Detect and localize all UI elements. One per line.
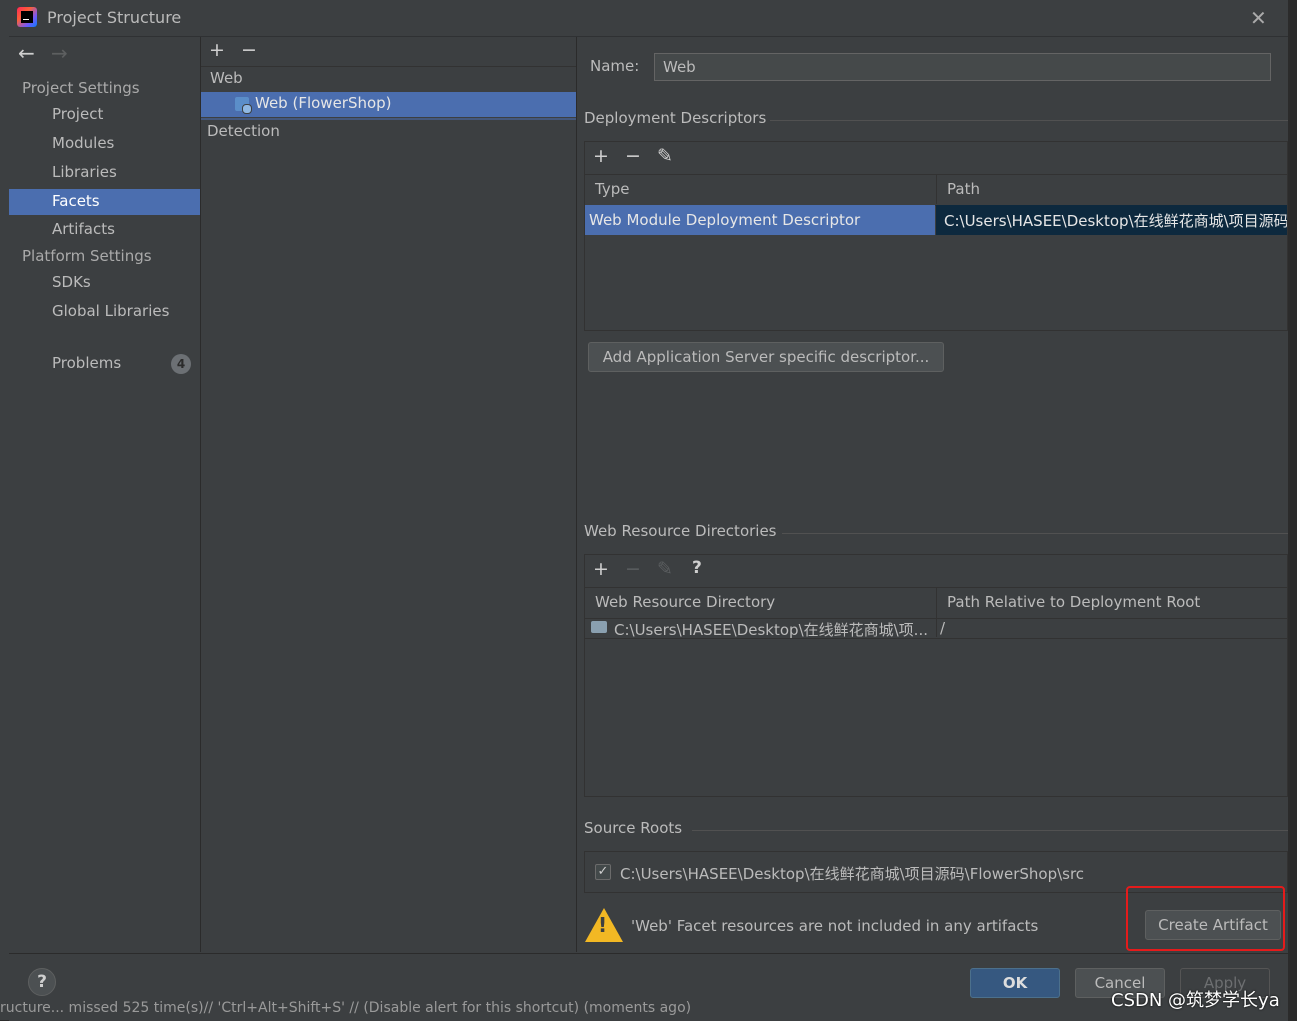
remove-resource-button[interactable]: − [625,558,641,580]
add-descriptor-button[interactable]: + [593,145,609,167]
sidebar-item-artifacts[interactable]: Artifacts [52,220,115,238]
ok-button[interactable]: OK [970,968,1060,998]
source-root-path: C:\Users\HASEE\Desktop\在线鲜花商城\项目源码\Flowe… [620,865,1085,883]
add-facet-button[interactable]: + [209,39,225,61]
forward-arrow-icon[interactable]: → [51,41,68,65]
sidebar-item-libraries[interactable]: Libraries [52,163,117,181]
sidebar-selection-highlight [9,189,200,215]
source-roots-separator [692,830,1288,831]
annotation-highlight-box [1126,886,1285,951]
sidebar-item-facets[interactable]: Facets [52,192,100,210]
tree-item-web-flowershop[interactable]: Web (FlowerShop) [255,94,392,112]
add-resource-button[interactable]: + [593,558,609,580]
ide-status-bar: ructure... missed 525 time(s)// 'Ctrl+Al… [0,1000,692,1016]
warning-exclamation-mark: ! [598,913,608,937]
window-title: Project Structure [47,8,182,27]
background-ide-right-edge [1288,0,1297,1020]
name-label: Name: [590,57,640,75]
descriptor-path-cell: C:\Users\HASEE\Desktop\在线鲜花商城\项目源码 [944,212,1287,230]
help-question-icon[interactable]: ? [692,558,702,578]
sidebar-item-modules[interactable]: Modules [52,134,114,152]
remove-descriptor-button[interactable]: − [625,145,641,167]
intellij-logo-icon [17,7,37,27]
project-settings-heading: Project Settings [22,79,140,97]
resource-directory-cell: C:\Users\HASEE\Desktop\在线鲜花商城\项... [614,621,928,639]
source-roots-title: Source Roots [584,819,683,837]
sidebar-item-project[interactable]: Project [52,105,103,123]
name-field[interactable]: Web [654,53,1271,81]
title-bar [9,0,1288,37]
add-server-descriptor-button[interactable]: Add Application Server specific descript… [588,342,944,372]
deployment-descriptors-title: Deployment Descriptors [584,109,767,127]
warning-message: 'Web' Facet resources are not included i… [631,917,1039,935]
back-arrow-icon[interactable]: ← [18,41,35,65]
edit-pencil-icon[interactable]: ✎ [657,145,673,167]
tree-group-web[interactable]: Web [210,69,243,87]
descriptor-type-cell: Web Module Deployment Descriptor [589,211,861,229]
tree-item-detection[interactable]: Detection [207,122,280,140]
col-header-path-relative[interactable]: Path Relative to Deployment Root [947,593,1200,611]
problems-count-badge: 4 [171,354,191,374]
tree-focus-line [201,118,576,120]
sidebar-item-problems[interactable]: Problems [52,354,121,372]
relative-path-cell: / [940,619,946,637]
sidebar-item-global-libraries[interactable]: Global Libraries [52,302,169,320]
folder-icon [591,621,607,633]
column-divider [936,175,937,204]
close-icon[interactable]: ✕ [1250,6,1267,30]
col-header-type[interactable]: Type [595,180,629,198]
edit-resource-pencil-icon[interactable]: ✎ [657,558,673,580]
deployment-separator [770,120,1288,121]
web-facet-icon [235,97,252,114]
remove-facet-button[interactable]: − [241,39,257,61]
resources-separator [782,533,1288,534]
col-header-web-resource-directory[interactable]: Web Resource Directory [595,593,775,611]
col-header-path[interactable]: Path [947,180,980,198]
help-button[interactable]: ? [28,968,56,996]
deployment-table-panel [584,141,1288,331]
csdn-watermark: CSDN @筑梦学长ya [1111,990,1280,1011]
web-resource-directories-title: Web Resource Directories [584,522,777,540]
sidebar-item-sdks[interactable]: SDKs [52,273,91,291]
platform-settings-heading: Platform Settings [22,247,152,265]
source-root-checkbox[interactable]: ✓ [595,864,611,880]
tree-toolbar-divider [201,66,576,67]
background-ide-edge [0,0,9,1020]
facets-tree-panel [201,37,577,952]
